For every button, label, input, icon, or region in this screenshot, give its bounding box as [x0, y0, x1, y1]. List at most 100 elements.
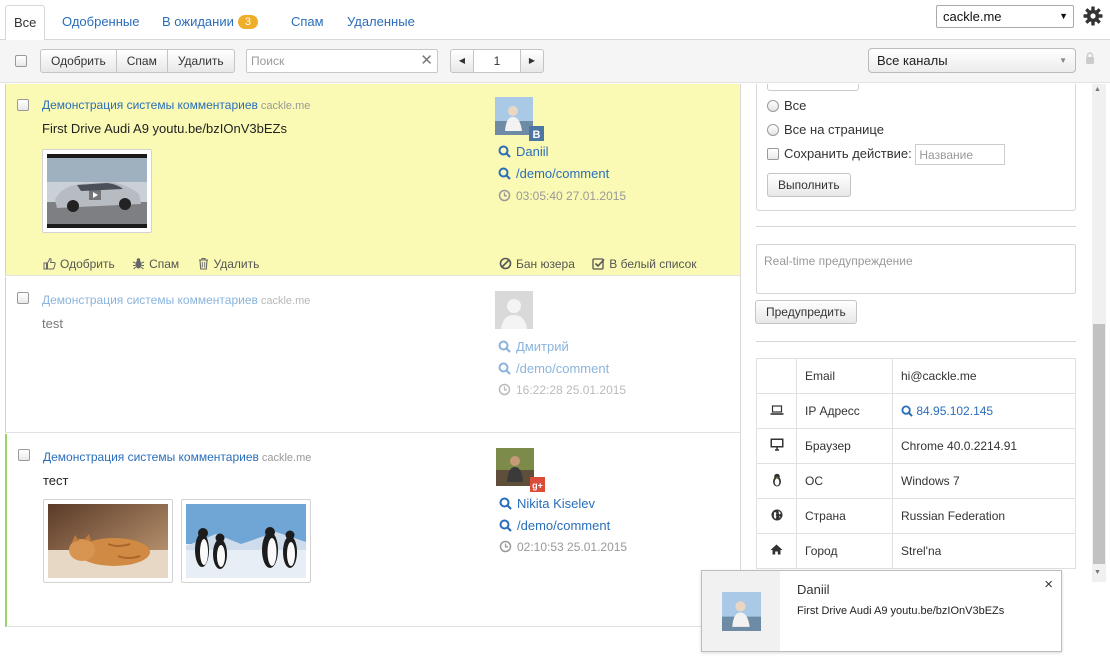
page-url: /demo/comment	[517, 518, 611, 533]
new-comment-notification[interactable]: Daniil First Drive Audi A9 youtu.be/bzIO…	[701, 570, 1062, 652]
comment-url[interactable]: /demo/comment	[498, 166, 609, 181]
select-all-checkbox[interactable]	[15, 55, 27, 67]
comment-text: First Drive Audi A9 youtu.be/bzIOnV3bEZs	[42, 121, 287, 136]
info-key: Страна	[796, 498, 893, 534]
comment-author[interactable]: Daniil	[498, 144, 549, 159]
ban-icon	[499, 257, 512, 270]
comment-checkbox[interactable]	[17, 99, 29, 111]
monitor-icon	[770, 438, 783, 451]
whitelist-action[interactable]: В белый список	[592, 257, 697, 271]
comment-image-cat[interactable]	[43, 499, 173, 583]
info-icon-cell	[756, 463, 797, 499]
search-icon	[498, 362, 511, 375]
tab-pending[interactable]: В ожидании 3	[154, 5, 266, 40]
site-select-value: cackle.me	[943, 9, 1002, 24]
spam-action-label: Спам	[149, 257, 180, 271]
comment-url[interactable]: /demo/comment	[498, 361, 609, 376]
tab-deleted[interactable]: Удаленные	[339, 5, 423, 40]
timestamp: 02:10:53 25.01.2015	[517, 540, 628, 554]
option-all-on-page-label: Все на странице	[784, 122, 884, 137]
radio-all-on-page[interactable]	[767, 124, 779, 136]
author-avatar[interactable]	[495, 97, 533, 135]
approve-action[interactable]: Одобрить	[43, 257, 115, 271]
channels-select[interactable]: Все каналы ▼	[868, 48, 1076, 73]
comment-item: Демонстрация системы комментариев cackle.…	[5, 277, 740, 433]
scroll-up-icon[interactable]: ▲	[1094, 86, 1101, 93]
save-action-checkbox[interactable]	[767, 147, 779, 160]
clock-icon	[499, 540, 512, 553]
comment-site-link[interactable]: Демонстрация системы комментариев	[42, 293, 258, 307]
page-url: /demo/comment	[516, 361, 610, 376]
lock-icon[interactable]	[1085, 52, 1095, 64]
user-actions: Бан юзера В белый список	[499, 257, 711, 271]
info-value: Russian Federation	[892, 498, 1076, 534]
default-avatar[interactable]	[495, 291, 533, 329]
timestamp: 16:22:28 25.01.2015	[516, 383, 627, 397]
info-value[interactable]: 84.95.102.145	[892, 393, 1076, 429]
comment-site-link[interactable]: Демонстрация системы комментариев	[42, 98, 258, 112]
comment-url[interactable]: /demo/comment	[499, 518, 610, 533]
author-avatar[interactable]	[496, 448, 534, 486]
tab-spam[interactable]: Спам	[283, 5, 332, 40]
site-select[interactable]: cackle.me ▼	[936, 5, 1074, 28]
action-name-input[interactable]	[915, 144, 1006, 165]
search-input[interactable]	[247, 50, 417, 72]
comment-author[interactable]: Nikita Kiselev	[499, 496, 595, 511]
warn-button[interactable]: Предупредить	[755, 300, 857, 324]
comment-source: Демонстрация системы комментариев cackle.…	[42, 98, 310, 112]
radio-all[interactable]	[767, 100, 779, 112]
info-value: Strel'na	[892, 533, 1076, 569]
option-all-on-page[interactable]: Все на странице	[767, 122, 884, 137]
whitelist-label: В белый список	[609, 257, 697, 271]
comment-text: test	[42, 316, 63, 331]
delete-action[interactable]: Удалить	[197, 257, 260, 271]
info-value: Chrome 40.0.2214.91	[892, 428, 1076, 464]
approve-button[interactable]: Одобрить	[40, 49, 117, 73]
gear-icon[interactable]	[1083, 6, 1103, 26]
caret-down-icon: ▼	[1059, 11, 1068, 21]
ban-user-action[interactable]: Бан юзера	[499, 257, 575, 271]
delete-action-label: Удалить	[213, 257, 260, 271]
comment-author[interactable]: Дмитрий	[498, 339, 569, 354]
info-row-email: Email hi@cackle.me	[756, 358, 1076, 394]
page-number-field[interactable]: 1	[474, 49, 520, 73]
info-icon-cell	[756, 498, 797, 534]
execute-button[interactable]: Выполнить	[767, 173, 851, 197]
linux-icon	[772, 473, 781, 486]
divider	[756, 341, 1076, 342]
timestamp: 03:05:40 27.01.2015	[516, 189, 627, 203]
tab-approved[interactable]: Одобренные	[54, 5, 147, 40]
option-all[interactable]: Все	[767, 98, 806, 113]
info-key: ОС	[796, 463, 893, 499]
next-page-button[interactable]: ▶	[520, 49, 544, 73]
comment-image-penguins[interactable]	[181, 499, 311, 583]
scrollbar-thumb[interactable]	[1093, 324, 1105, 564]
action-select[interactable]	[767, 84, 859, 91]
ip-address-link[interactable]: 84.95.102.145	[916, 404, 993, 418]
comment-checkbox[interactable]	[17, 292, 29, 304]
close-icon[interactable]: ×	[1044, 576, 1053, 593]
tab-all[interactable]: Все	[5, 5, 46, 41]
clear-search-icon[interactable]: ✕	[420, 53, 433, 69]
comment-checkbox[interactable]	[18, 449, 30, 461]
pagination: ◀ 1 ▶	[450, 49, 544, 73]
save-action-label: Сохранить действие:	[784, 145, 912, 161]
author-name: Daniil	[516, 144, 549, 159]
svg-text:g+: g+	[532, 481, 543, 491]
prev-page-button[interactable]: ◀	[450, 49, 474, 73]
delete-button[interactable]: Удалить	[166, 49, 235, 73]
panel-scrollbar[interactable]: ▲ ▼	[1092, 84, 1106, 582]
cat-thumbnail-icon	[48, 504, 168, 578]
comment-image-car[interactable]	[42, 149, 152, 233]
info-icon-cell	[756, 428, 797, 464]
laptop-icon	[770, 404, 783, 415]
notification-author: Daniil	[797, 582, 830, 597]
thumbs-up-icon	[43, 257, 56, 270]
realtime-warning-input[interactable]: Real-time предупреждение	[756, 244, 1076, 294]
comment-site-link[interactable]: Демонстрация системы комментариев	[43, 450, 259, 464]
spam-button[interactable]: Спам	[115, 49, 168, 73]
scroll-down-icon[interactable]: ▼	[1094, 569, 1101, 576]
spam-action[interactable]: Спам	[132, 257, 179, 271]
user-info-table: Email hi@cackle.me IP Адресс 84.95.102.1…	[756, 358, 1076, 569]
google-plus-icon: g+	[530, 477, 545, 492]
